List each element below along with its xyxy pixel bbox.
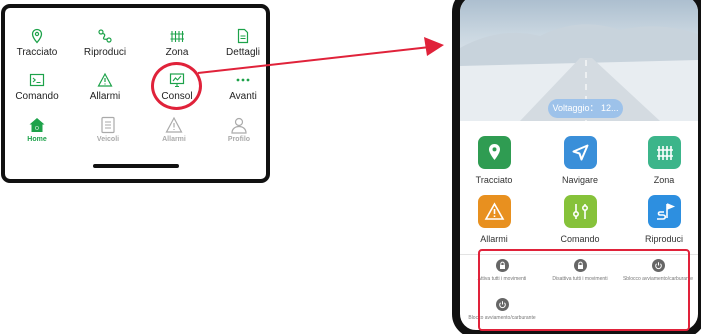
document-icon [237,28,249,44]
tab-label: Profilo [227,136,251,143]
location-pin-icon [31,28,43,44]
alarm-triangle-icon [165,116,183,133]
app-comando[interactable]: Comando [550,195,610,244]
tab-veicoli[interactable]: Veicoli [80,116,136,143]
home-indicator [93,164,179,168]
terminal-icon [29,73,45,87]
app-label: Comando [560,234,600,244]
sliders-icon [563,195,597,228]
bottom-tab-bar: O Home Veicoli Allarmi Profilo [5,116,266,156]
menu-item-label: Comando [15,91,59,102]
app-label: Riproduci [644,234,684,244]
menu-item-zona[interactable]: Zona [147,28,207,58]
navigation-arrow-icon [563,136,597,169]
home-icon: O [29,118,45,132]
app-label: Tracciato [475,175,513,185]
menu-item-label: Riproduci [83,47,127,58]
menu-item-allarmi[interactable]: Allarmi [75,72,135,102]
tab-home[interactable]: O Home [9,116,65,143]
left-phone-frame: Tracciato Riproduci Zona Dettagli Comand… [1,4,270,183]
menu-item-label: Avanti [229,91,257,102]
voltage-badge[interactable]: Voltaggio： 12... [548,99,623,118]
fence-icon [170,31,184,42]
app-label: Zona [653,175,675,185]
app-label: Navigare [561,175,599,185]
highlight-circle [151,62,202,110]
tab-profilo[interactable]: Profilo [211,116,266,143]
app-allarmi[interactable]: Allarmi [464,195,524,244]
menu-item-tracciato[interactable]: Tracciato [7,28,67,58]
menu-item-avanti[interactable]: Avanti [213,72,266,102]
app-navigare[interactable]: Navigare [550,136,610,185]
route-flag-icon [647,195,681,228]
app-zona[interactable]: Zona [634,136,694,185]
app-tracciato[interactable]: Tracciato [464,136,524,185]
menu-item-riproduci[interactable]: Riproduci [75,28,135,58]
menu-item-label: Allarmi [89,91,121,102]
tab-label: Allarmi [162,136,186,143]
menu-item-label: Dettagli [226,47,260,58]
svg-text:O: O [35,126,39,132]
warning-icon [477,195,511,228]
warning-icon [97,72,113,87]
menu-item-label: Tracciato [16,47,58,58]
tab-allarmi[interactable]: Allarmi [146,116,202,143]
route-icon [98,29,112,43]
fence-icon [647,136,681,169]
menu-item-comando[interactable]: Comando [7,72,67,102]
menu-item-label: Zona [165,47,189,58]
list-icon [101,116,115,134]
highlight-box [478,249,690,331]
location-pin-icon [477,136,511,169]
app-label: Allarmi [480,234,508,244]
app-riproduci[interactable]: Riproduci [634,195,694,244]
menu-item-dettagli[interactable]: Dettagli [213,28,266,58]
tab-label: Veicoli [96,136,120,143]
more-dots-icon [236,78,250,82]
tab-label: Home [27,136,47,143]
user-icon [231,117,247,134]
